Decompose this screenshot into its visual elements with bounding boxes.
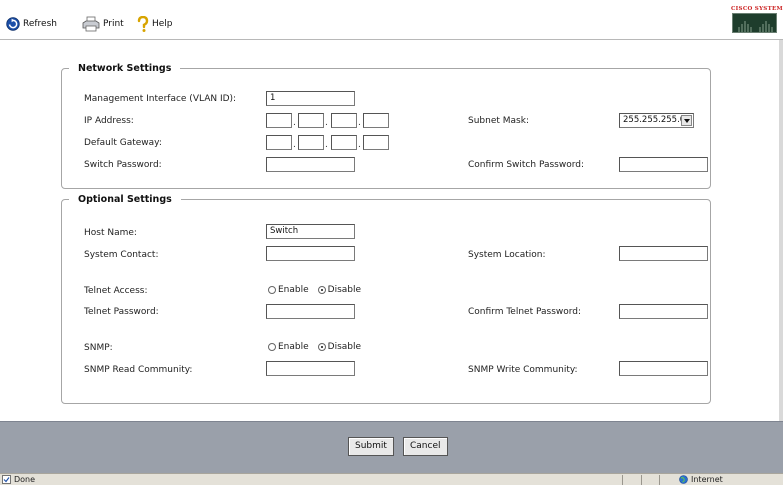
ip-octet-1[interactable] (266, 113, 292, 128)
default-gateway-label: Default Gateway: (84, 138, 162, 148)
octet-dot: . (325, 118, 328, 128)
status-left: Done (2, 474, 35, 485)
main-content: Network Settings Management Interface (V… (8, 40, 783, 421)
snmp-disable-label: Disable (327, 342, 362, 352)
subnet-mask-select[interactable]: 255.255.255.0 (619, 113, 694, 128)
refresh-button[interactable]: Refresh (6, 15, 57, 33)
telnet-disable-radio[interactable] (317, 286, 326, 294)
zone-text: Internet (691, 475, 723, 484)
snmp-enable-option[interactable]: Enable (268, 342, 309, 352)
host-name-input[interactable]: Switch (266, 224, 355, 239)
system-contact-label: System Contact: (84, 250, 159, 260)
snmp-write-community-input[interactable] (619, 361, 708, 376)
confirm-telnet-password-label: Confirm Telnet Password: (468, 307, 582, 317)
telnet-enable-option[interactable]: Enable (268, 285, 309, 295)
telnet-enable-label: Enable (278, 285, 309, 295)
status-text: Done (14, 475, 36, 484)
refresh-label: Refresh (23, 19, 57, 29)
network-settings-legend: Network Settings (78, 63, 172, 74)
snmp-enable-label: Enable (278, 342, 309, 352)
page-done-icon (2, 475, 11, 484)
octet-dot: . (325, 140, 328, 150)
telnet-access-radio-group: Enable Disable (268, 285, 370, 295)
octet-dot: . (358, 140, 361, 150)
print-label: Print (103, 19, 124, 29)
system-location-label: System Location: (468, 250, 546, 260)
switch-password-label: Switch Password: (84, 160, 162, 170)
snmp-write-community-label: SNMP Write Community: (468, 365, 578, 375)
telnet-disable-label: Disable (327, 285, 362, 295)
globe-icon (679, 475, 688, 484)
status-pane (641, 475, 657, 485)
cisco-logo: Cisco Systems (731, 6, 783, 33)
gateway-octet-2[interactable] (298, 135, 324, 150)
telnet-enable-radio[interactable] (268, 286, 276, 294)
toolbar: Refresh Print Help Cisco Systems (0, 0, 783, 40)
bridge-graphic (732, 13, 777, 33)
snmp-disable-radio[interactable] (317, 343, 326, 351)
printer-icon (82, 16, 100, 32)
snmp-read-community-input[interactable] (266, 361, 355, 376)
confirm-telnet-password-input[interactable] (619, 304, 708, 319)
telnet-access-label: Telnet Access: (84, 286, 148, 296)
ip-octet-3[interactable] (331, 113, 357, 128)
telnet-disable-option[interactable]: Disable (317, 285, 362, 295)
help-label: Help (152, 19, 173, 29)
ip-octet-4[interactable] (363, 113, 389, 128)
snmp-radio-group: Enable Disable (268, 342, 370, 352)
host-name-label: Host Name: (84, 228, 137, 238)
octet-dot: . (293, 140, 296, 150)
snmp-disable-option[interactable]: Disable (317, 342, 362, 352)
subnet-mask-label: Subnet Mask: (468, 116, 529, 126)
gateway-octet-1[interactable] (266, 135, 292, 150)
octet-dot: . (358, 118, 361, 128)
status-bar: Done Internet (0, 473, 783, 485)
print-button[interactable]: Print (82, 15, 124, 33)
system-contact-input[interactable] (266, 246, 355, 261)
confirm-switch-password-input[interactable] (619, 157, 708, 172)
system-location-input[interactable] (619, 246, 708, 261)
help-button[interactable]: Help (137, 15, 173, 33)
logo-text: Cisco Systems (731, 6, 783, 12)
telnet-password-input[interactable] (266, 304, 355, 319)
octet-dot: . (293, 118, 296, 128)
scrollbar-track[interactable] (779, 40, 783, 421)
optional-settings-legend: Optional Settings (78, 194, 172, 205)
refresh-icon (6, 17, 20, 31)
status-pane (622, 475, 638, 485)
mgmt-interface-input[interactable]: 1 (266, 91, 355, 106)
switch-password-input[interactable] (266, 157, 355, 172)
help-icon (137, 15, 149, 32)
dropdown-arrow-icon[interactable] (681, 115, 692, 126)
gateway-octet-3[interactable] (331, 135, 357, 150)
subnet-mask-value: 255.255.255.0 (623, 115, 686, 125)
ip-address-label: IP Address: (84, 116, 134, 126)
telnet-password-label: Telnet Password: (84, 307, 159, 317)
snmp-enable-radio[interactable] (268, 343, 276, 351)
submit-button[interactable]: Submit (348, 437, 394, 456)
snmp-label: SNMP: (84, 343, 113, 353)
form-footer: Submit Cancel (0, 421, 783, 473)
mgmt-interface-label: Management Interface (VLAN ID): (84, 94, 237, 104)
ip-octet-2[interactable] (298, 113, 324, 128)
snmp-read-community-label: SNMP Read Community: (84, 365, 193, 375)
cancel-button[interactable]: Cancel (403, 437, 448, 456)
gateway-octet-4[interactable] (363, 135, 389, 150)
status-pane (659, 475, 675, 485)
security-zone: Internet (679, 474, 723, 485)
confirm-switch-password-label: Confirm Switch Password: (468, 160, 585, 170)
